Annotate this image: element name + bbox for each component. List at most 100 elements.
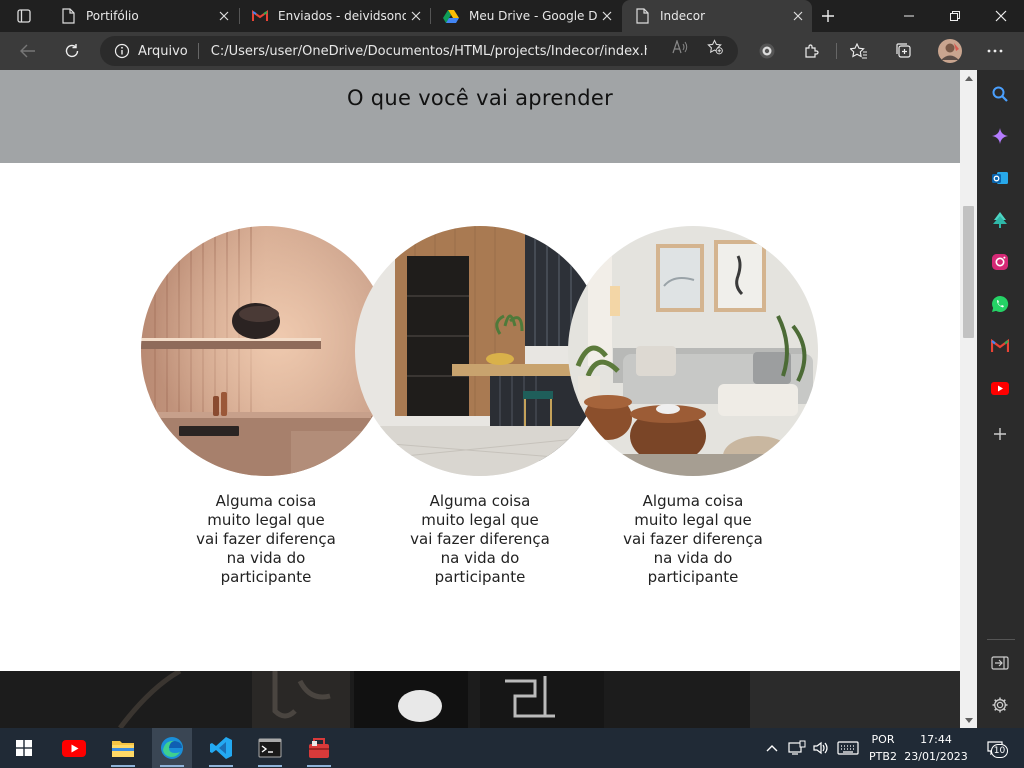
- collections-icon: [896, 43, 911, 58]
- page-icon: [634, 8, 650, 24]
- windows-logo-icon: [16, 740, 32, 756]
- input-language-top[interactable]: POR: [866, 733, 900, 746]
- tab-meu-drive[interactable]: Meu Drive - Google Driv: [431, 0, 621, 32]
- site-info-button[interactable]: Arquivo: [114, 43, 199, 59]
- add-favorite-button[interactable]: [707, 39, 723, 55]
- sidebar-copilot-button[interactable]: [988, 124, 1012, 148]
- taskbar-file-explorer[interactable]: [103, 728, 143, 768]
- page-viewport: O que você vai aprender Alguma coisa mui…: [0, 70, 960, 728]
- notifications-button[interactable]: 10: [982, 738, 1008, 758]
- browser-tab-strip: Portifólio Enviados - deividsonorr Meu D…: [0, 0, 1024, 32]
- tab-enviados[interactable]: Enviados - deividsonorr: [240, 0, 430, 32]
- start-button[interactable]: [4, 728, 44, 768]
- address-bar[interactable]: Arquivo C:/Users/user/OneDrive/Documento…: [100, 36, 738, 66]
- refresh-button[interactable]: [56, 35, 88, 67]
- sidebar-instagram-button[interactable]: [988, 250, 1012, 274]
- youtube-icon: [991, 381, 1009, 395]
- back-button[interactable]: [12, 35, 44, 67]
- sidebar-divider: [987, 639, 1015, 640]
- url-text[interactable]: C:/Users/user/OneDrive/Documentos/HTML/p…: [199, 44, 647, 59]
- taskbar-toolbox-app[interactable]: [299, 728, 339, 768]
- tab-actions-icon: [17, 9, 31, 23]
- interior-image-3: [568, 226, 818, 476]
- whatsapp-icon: [992, 295, 1009, 312]
- sidebar-gmail-button[interactable]: [988, 334, 1012, 358]
- profile-button[interactable]: [934, 35, 966, 67]
- clock-time[interactable]: 17:44: [904, 733, 968, 746]
- settings-more-button[interactable]: [979, 35, 1011, 67]
- interior-image-1: [141, 226, 391, 476]
- speaker-icon: [813, 741, 828, 755]
- tab-title: Portifólio: [86, 9, 139, 23]
- extension-button[interactable]: [751, 35, 783, 67]
- keyboard-icon: [837, 741, 859, 755]
- arrow-left-icon: [20, 44, 35, 58]
- minimize-button[interactable]: [886, 0, 932, 32]
- sidebar-hide-button[interactable]: [988, 651, 1012, 675]
- favorites-button[interactable]: [843, 35, 875, 67]
- restore-icon: [950, 11, 960, 21]
- tab-actions-button[interactable]: [4, 0, 44, 32]
- restore-button[interactable]: [932, 0, 978, 32]
- tab-indecor[interactable]: Indecor: [622, 0, 812, 32]
- clock-date[interactable]: 23/01/2023: [904, 750, 968, 763]
- item-caption: Alguma coisa muito legal que vai fazer d…: [623, 492, 763, 586]
- section-title: O que você vai aprender: [346, 86, 614, 110]
- instagram-icon: [992, 254, 1008, 270]
- sidebar-whatsapp-button[interactable]: [988, 292, 1012, 316]
- taskbar-edge[interactable]: [152, 728, 192, 768]
- scroll-down-button[interactable]: [960, 712, 977, 728]
- avatar: [938, 39, 962, 63]
- close-tab-icon[interactable]: [214, 6, 234, 26]
- windows-taskbar: POR PTB2 17:44 23/01/2023 10: [0, 728, 1024, 768]
- volume-button[interactable]: [812, 738, 830, 758]
- panel-collapse-icon: [991, 656, 1009, 670]
- close-tab-icon[interactable]: [597, 6, 617, 26]
- favorites-icon: [850, 43, 867, 59]
- keyboard-button[interactable]: [836, 738, 860, 758]
- outlook-icon: [992, 172, 1008, 184]
- scroll-up-button[interactable]: [960, 70, 977, 86]
- extensions-button[interactable]: [795, 35, 827, 67]
- read-aloud-button[interactable]: [672, 39, 688, 55]
- youtube-icon: [62, 739, 86, 757]
- sidebar-tree-app-button[interactable]: [988, 208, 1012, 232]
- taskbar-vscode[interactable]: [201, 728, 241, 768]
- sidebar-search-button[interactable]: [988, 82, 1012, 106]
- search-icon: [992, 86, 1008, 102]
- tab-title: Indecor: [660, 9, 706, 23]
- new-tab-button[interactable]: [816, 4, 840, 28]
- caret-down-icon: [964, 717, 973, 723]
- site-label: Arquivo: [138, 43, 188, 59]
- close-tab-icon[interactable]: [788, 6, 808, 26]
- info-icon: [114, 43, 130, 59]
- page-scrollbar[interactable]: [960, 70, 977, 728]
- sidebar-outlook-button[interactable]: [988, 166, 1012, 190]
- sidebar-add-button[interactable]: [988, 422, 1012, 446]
- sidebar-youtube-button[interactable]: [988, 376, 1012, 400]
- tray-overflow-button[interactable]: [764, 738, 780, 758]
- gmail-icon: [991, 339, 1009, 352]
- scroll-thumb[interactable]: [963, 206, 974, 338]
- collections-button[interactable]: [888, 35, 920, 67]
- sidebar-settings-button[interactable]: [988, 693, 1012, 717]
- section-header: O que você vai aprender: [0, 70, 960, 163]
- gear-icon: [992, 697, 1008, 713]
- notification-count-badge: 10: [991, 744, 1008, 758]
- taskbar-terminal[interactable]: [250, 728, 290, 768]
- taskbar-youtube[interactable]: [54, 728, 94, 768]
- page-icon: [60, 8, 76, 24]
- network-status-button[interactable]: [788, 738, 806, 758]
- input-language-bottom[interactable]: PTB2: [866, 750, 900, 763]
- gmail-icon: [252, 8, 268, 24]
- vscode-icon: [210, 737, 232, 759]
- tree-icon: [993, 212, 1007, 228]
- sparkle-icon: [992, 128, 1008, 144]
- close-tab-icon[interactable]: [406, 6, 426, 26]
- google-drive-icon: [443, 8, 459, 24]
- tab-portifolio[interactable]: Portifólio: [48, 0, 238, 32]
- item-caption: Alguma coisa muito legal que vai fazer d…: [196, 492, 336, 586]
- puzzle-icon: [805, 44, 819, 58]
- close-window-button[interactable]: [978, 0, 1024, 32]
- read-aloud-icon: [672, 40, 688, 54]
